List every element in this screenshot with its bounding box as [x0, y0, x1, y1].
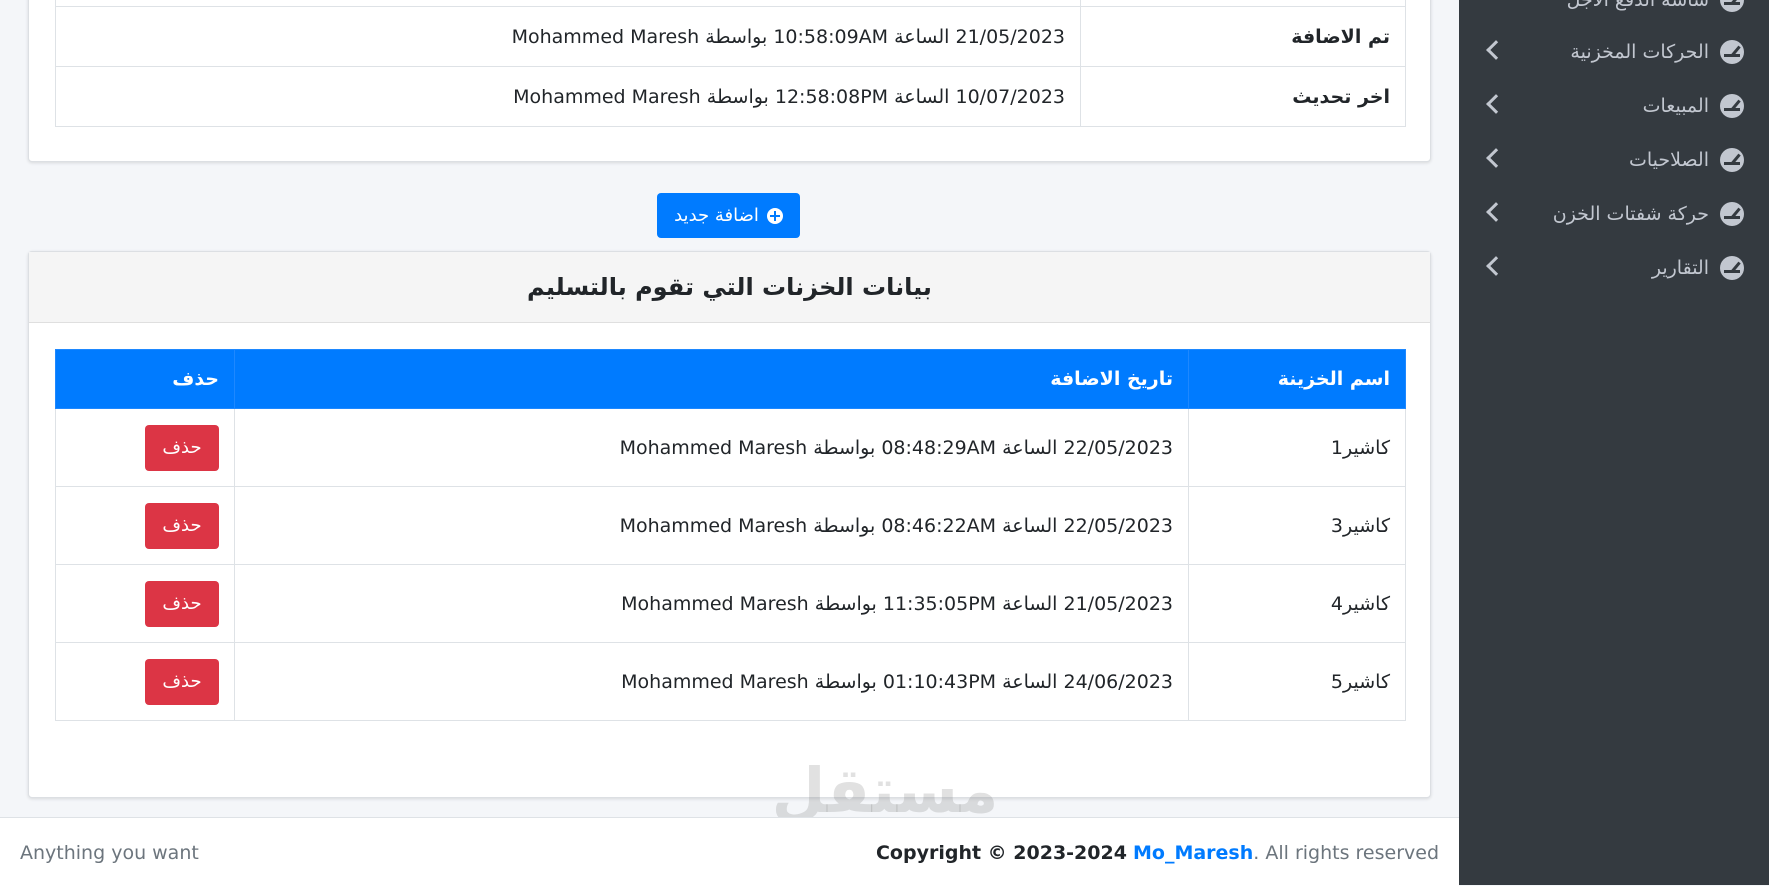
author-link[interactable]: Mo_Maresh — [1133, 842, 1253, 864]
sidebar-item-permissions[interactable]: الصلاحيات — [1459, 133, 1769, 187]
tachometer-icon — [1720, 148, 1744, 172]
table-row: كاشير1 22/05/2023 الساعة 08:48:29AM بواس… — [55, 408, 1406, 487]
treasury-name: كاشير4 — [1188, 564, 1406, 643]
treasury-name: كاشير5 — [1188, 642, 1406, 721]
chevron-left-icon — [1486, 40, 1506, 60]
updated-label: اخر تحديث — [1080, 66, 1406, 127]
tachometer-icon — [1720, 40, 1744, 64]
chevron-left-icon — [1486, 256, 1506, 276]
delete-button[interactable]: حذف — [145, 580, 219, 627]
treasury-date: 21/05/2023 الساعة 11:35:05PM بواسطة Moha… — [234, 564, 1189, 643]
add-new-button[interactable]: اضافة جديد — [657, 193, 800, 238]
column-header-delete: حذف — [55, 349, 235, 409]
chevron-left-icon — [1486, 94, 1506, 114]
copyright-text: Copyright © 2023-2024 — [875, 842, 1127, 864]
treasuries-table: اسم الخزينة تاريخ الاضافة حذف كاشير1 22/… — [55, 349, 1406, 721]
add-new-label: اضافة جديد — [674, 205, 759, 226]
sidebar-item-label: شاشة الدفع الآجل — [1566, 0, 1709, 11]
sidebar-item-label: الحركات المخزنية — [1570, 41, 1709, 63]
treasury-name: كاشير1 — [1188, 408, 1406, 487]
details-card: تم الاضافة 21/05/2023 الساعة 10:58:09AM … — [28, 0, 1431, 162]
updated-value: 10/07/2023 الساعة 12:58:08PM بواسطة Moha… — [55, 66, 1081, 127]
added-value: 21/05/2023 الساعة 10:58:09AM بواسطة Moha… — [55, 6, 1081, 67]
sidebar-item-reports[interactable]: التقارير — [1459, 241, 1769, 295]
sidebar-item-label: حركة شفتات الخزن — [1552, 203, 1709, 225]
sidebar-item-deferred-payment[interactable]: شاشة الدفع الآجل — [1459, 0, 1769, 27]
delete-cell: حذف — [55, 564, 235, 643]
sidebar-item-sales[interactable]: المبيعات — [1459, 79, 1769, 133]
table-header-row: اسم الخزينة تاريخ الاضافة حذف — [55, 349, 1406, 409]
chevron-left-icon — [1486, 202, 1506, 222]
table-row: كاشير4 21/05/2023 الساعة 11:35:05PM بواس… — [55, 564, 1406, 643]
footer-left-text: Anything you want — [20, 842, 199, 864]
table-row: كاشير3 22/05/2023 الساعة 08:46:22AM بواس… — [55, 486, 1406, 565]
treasury-date: 22/05/2023 الساعة 08:48:29AM بواسطة Moha… — [234, 408, 1189, 487]
treasury-name: كاشير3 — [1188, 486, 1406, 565]
tachometer-icon — [1720, 94, 1744, 118]
tachometer-icon — [1720, 202, 1744, 226]
treasuries-card-title: بيانات الخزنات التي تقوم بالتسليم — [29, 252, 1430, 323]
tachometer-icon — [1720, 256, 1744, 280]
table-row: تم الاضافة 21/05/2023 الساعة 10:58:09AM … — [55, 6, 1406, 67]
delete-cell: حذف — [55, 642, 235, 721]
treasury-date: 22/05/2023 الساعة 08:46:22AM بواسطة Moha… — [234, 486, 1189, 565]
sidebar-item-inventory-movements[interactable]: الحركات المخزنية — [1459, 25, 1769, 79]
sidebar-item-label: المبيعات — [1642, 95, 1709, 117]
edit-icon — [1720, 0, 1744, 12]
sidebar-item-label: التقارير — [1651, 257, 1709, 279]
table-row: اخر تحديث 10/07/2023 الساعة 12:58:08PM ب… — [55, 66, 1406, 127]
added-label: تم الاضافة — [1080, 6, 1406, 67]
delete-button[interactable]: حذف — [145, 424, 219, 471]
plus-circle-icon — [766, 207, 783, 224]
delete-button[interactable]: حذف — [145, 502, 219, 549]
chevron-left-icon — [1486, 148, 1506, 168]
sidebar: شاشة الدفع الآجل الحركات المخزنية المبيع… — [1459, 0, 1769, 885]
delete-button[interactable]: حذف — [145, 658, 219, 705]
footer: Anything you want Copyright © 2023-2024 … — [0, 817, 1459, 886]
delete-cell: حذف — [55, 408, 235, 487]
column-header-date: تاريخ الاضافة — [234, 349, 1189, 409]
column-header-name: اسم الخزينة — [1188, 349, 1406, 409]
sidebar-item-treasury-shifts[interactable]: حركة شفتات الخزن — [1459, 187, 1769, 241]
footer-copyright: Copyright © 2023-2024 Mo_Maresh. All rig… — [876, 842, 1439, 864]
rights-text: . All rights reserved — [1253, 842, 1439, 864]
sidebar-item-label: الصلاحيات — [1628, 149, 1709, 171]
table-row: كاشير5 24/06/2023 الساعة 01:10:43PM بواس… — [55, 642, 1406, 721]
main-content: تم الاضافة 21/05/2023 الساعة 10:58:09AM … — [0, 0, 1459, 886]
delete-cell: حذف — [55, 486, 235, 565]
details-table: تم الاضافة 21/05/2023 الساعة 10:58:09AM … — [55, 0, 1406, 127]
treasury-date: 24/06/2023 الساعة 01:10:43PM بواسطة Moha… — [234, 642, 1189, 721]
treasuries-card: بيانات الخزنات التي تقوم بالتسليم اسم ال… — [28, 251, 1431, 798]
